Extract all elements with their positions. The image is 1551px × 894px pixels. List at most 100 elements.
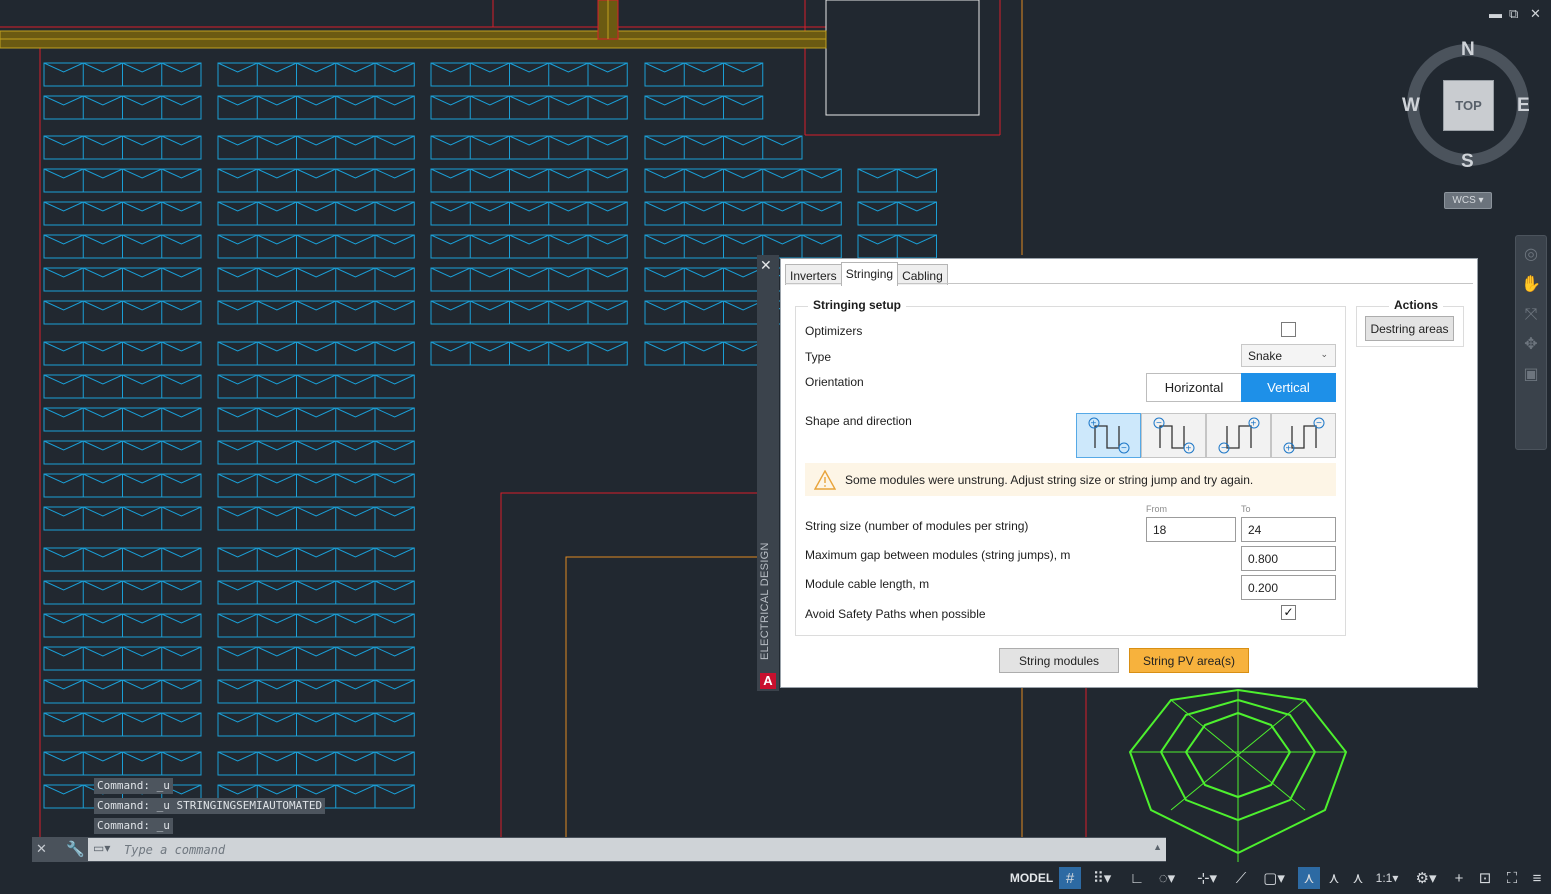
command-input[interactable]: ▭▾ ▲ <box>88 838 1166 861</box>
pv-table <box>217 613 415 638</box>
pv-table <box>217 374 415 399</box>
stringing-setup-title: Stringing setup <box>808 298 906 312</box>
string-size-from-input[interactable]: 18 <box>1146 517 1236 542</box>
shape-option-3[interactable]: + − <box>1206 413 1271 458</box>
viewcube-east[interactable]: E <box>1517 95 1530 117</box>
object-snap-icon[interactable]: ▢▾ <box>1256 867 1292 889</box>
cable-length-label: Module cable length, m <box>805 577 930 591</box>
max-gap-label: Maximum gap between modules (string jump… <box>805 548 1071 562</box>
string-size-label: String size (number of modules per strin… <box>805 519 1029 533</box>
orientation-vertical-button[interactable]: Vertical <box>1241 373 1336 402</box>
command-history-line-1: Command: _u <box>94 778 173 794</box>
pv-table <box>217 62 415 87</box>
close-command-line-icon[interactable]: ✕ <box>36 841 47 857</box>
shape-option-1[interactable]: + − <box>1076 413 1141 458</box>
pv-table <box>217 646 415 671</box>
chevron-down-icon: ⌄ <box>1320 349 1328 359</box>
snap-icon[interactable]: ⠿▾ <box>1085 867 1119 889</box>
viewcube-south[interactable]: S <box>1461 151 1474 173</box>
isometric-icon[interactable]: ⟋ <box>1230 867 1252 889</box>
shape-option-4[interactable]: − + <box>1271 413 1336 458</box>
warning-icon <box>814 470 836 490</box>
pv-table <box>430 135 628 160</box>
destring-areas-button[interactable]: Destring areas <box>1365 316 1454 341</box>
wcs-menu[interactable]: WCS ▾ <box>1444 192 1492 209</box>
restore-button[interactable]: ⧉ <box>1509 6 1518 22</box>
isolate-objects-icon[interactable]: ⊡ <box>1474 867 1496 889</box>
pv-table <box>217 234 415 259</box>
avoid-safety-paths-label: Avoid Safety Paths when possible <box>805 607 986 621</box>
showmotion-icon[interactable]: ▣ <box>1520 364 1542 386</box>
svg-text:+: + <box>1186 444 1192 455</box>
close-button[interactable]: ✕ <box>1530 6 1541 22</box>
pv-table <box>430 341 628 366</box>
max-gap-input[interactable]: 0.800 <box>1241 546 1336 571</box>
svg-text:−: − <box>1156 418 1162 429</box>
type-select[interactable]: Snake ⌄ <box>1241 344 1336 367</box>
scale-value: 1:1 <box>1375 871 1393 885</box>
viewcube-west[interactable]: W <box>1402 95 1420 117</box>
palette-tabs: Inverters Stringing Cabling <box>785 262 948 286</box>
customize-wrench-icon[interactable]: 🔧 <box>66 840 85 858</box>
annotation-scale-select[interactable]: 1:1 ▾ <box>1370 867 1404 889</box>
object-snap-tracking-icon[interactable]: ⊹▾ <box>1190 867 1224 889</box>
pv-table <box>644 62 764 87</box>
tab-inverters[interactable]: Inverters <box>785 264 842 285</box>
ortho-icon[interactable]: ∟ <box>1126 867 1148 889</box>
pv-table <box>644 341 764 366</box>
actions-title: Actions <box>1389 298 1444 312</box>
pv-table <box>217 506 415 531</box>
pv-table <box>430 62 628 87</box>
viewcube-top-face[interactable]: TOP <box>1443 80 1494 131</box>
snake-start-top-left-icon: + − <box>1088 417 1130 454</box>
command-prompt-icon[interactable]: ▭▾ <box>93 841 110 855</box>
avoid-safety-paths-checkbox[interactable]: ✓ <box>1281 605 1296 620</box>
command-history-arrow-icon[interactable]: ▲ <box>1153 842 1162 852</box>
svg-text:+: + <box>1091 419 1097 430</box>
pan-icon[interactable]: ✋ <box>1520 274 1542 296</box>
pv-table <box>430 234 628 259</box>
grid-icon[interactable]: # <box>1059 867 1081 889</box>
shape-option-2[interactable]: − + <box>1141 413 1206 458</box>
annotation-visibility-icon[interactable]: ⋏ <box>1298 867 1320 889</box>
pv-table <box>430 201 628 226</box>
pv-table <box>430 300 628 325</box>
orientation-horizontal-button[interactable]: Horizontal <box>1146 373 1242 402</box>
polar-tracking-icon[interactable]: ◌▾ <box>1150 867 1184 889</box>
pv-table <box>644 201 842 226</box>
svg-text:−: − <box>1221 443 1227 454</box>
optimizers-checkbox[interactable] <box>1281 322 1296 337</box>
navigation-bar: ◎ ✋ ⤧ ✥ ▣ <box>1515 235 1547 450</box>
viewcube-north[interactable]: N <box>1461 39 1475 61</box>
pv-table <box>644 234 842 259</box>
string-pv-areas-button[interactable]: String PV area(s) <box>1129 648 1249 673</box>
tab-cabling[interactable]: Cabling <box>897 264 948 285</box>
auto-scale-icon[interactable]: ⋏ <box>1323 867 1345 889</box>
string-size-to-input[interactable]: 24 <box>1241 517 1336 542</box>
fullscreen-icon[interactable]: ⛶ <box>1501 867 1523 889</box>
cable-length-input[interactable]: 0.200 <box>1241 575 1336 600</box>
pv-table <box>644 168 842 193</box>
string-modules-button[interactable]: String modules <box>999 648 1119 673</box>
from-label: From <box>1146 504 1167 514</box>
customize-menu-icon[interactable]: ≡ <box>1526 867 1548 889</box>
minimize-button[interactable]: ▬ <box>1489 6 1502 21</box>
pv-table <box>217 440 415 465</box>
annotation-monitor-plus-icon[interactable]: + <box>1448 867 1470 889</box>
model-space-button[interactable]: MODEL <box>1007 866 1056 890</box>
to-label: To <box>1241 504 1251 514</box>
type-select-value: Snake <box>1248 349 1283 363</box>
pv-table <box>644 95 764 120</box>
autocad-logo-icon: A <box>760 673 776 689</box>
zoom-extents-icon[interactable]: ⤧ <box>1520 304 1542 326</box>
pv-table <box>430 168 628 193</box>
tab-stringing[interactable]: Stringing <box>840 262 899 286</box>
svg-text:−: − <box>1121 443 1127 454</box>
palette-close-icon[interactable]: ✕ <box>760 257 772 274</box>
workspace-gear-icon[interactable]: ⚙▾ <box>1407 867 1445 889</box>
svg-text:+: + <box>1251 419 1257 430</box>
steering-wheel-icon[interactable]: ◎ <box>1520 244 1542 266</box>
pv-table <box>217 679 415 704</box>
annotation-scale-icon[interactable]: ⋏ <box>1347 867 1369 889</box>
orbit-icon[interactable]: ✥ <box>1520 334 1542 356</box>
